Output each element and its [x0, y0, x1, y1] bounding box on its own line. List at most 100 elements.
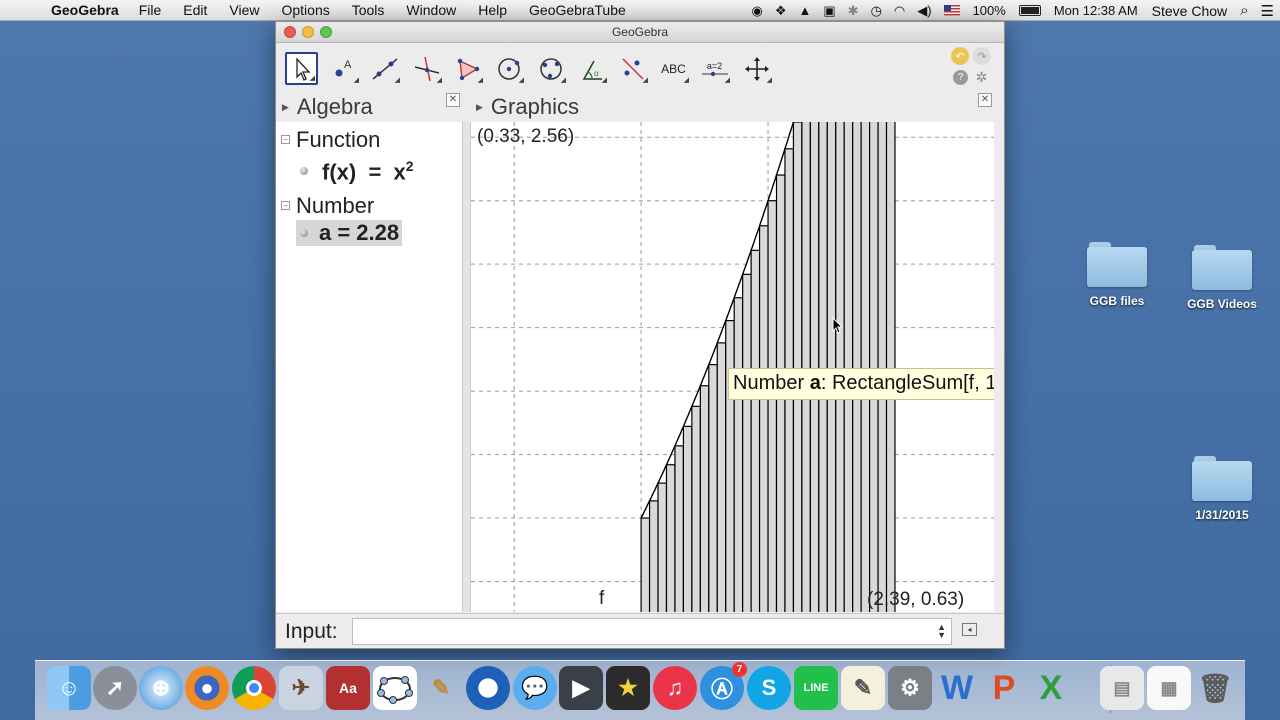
riemann-rectangle: [665, 464, 676, 612]
riemann-rectangle: [758, 225, 769, 612]
system-preferences-icon[interactable]: ⚙: [888, 666, 932, 710]
collapse-number-icon[interactable]: −: [281, 201, 290, 210]
window-titlebar[interactable]: GeoGebra: [276, 22, 1004, 43]
visibility-toggle-a[interactable]: [300, 229, 308, 237]
curve-label-f[interactable]: f: [599, 588, 604, 610]
chrome-icon[interactable]: [232, 666, 276, 710]
input-history-icon[interactable]: ▲ ▼: [937, 623, 946, 640]
desktop-folder-ggb-files[interactable]: GGB files: [1067, 242, 1167, 308]
move-tool-button[interactable]: ◢: [285, 52, 318, 85]
excel-icon[interactable]: X: [1029, 666, 1073, 710]
keyboard-toggle-button[interactable]: ◂: [962, 623, 977, 636]
spotlight-icon[interactable]: ⌕: [1234, 2, 1254, 19]
menu-geogebratube[interactable]: GeoGebraTube: [518, 2, 637, 18]
preview-icon[interactable]: ✈: [279, 666, 323, 710]
riemann-rectangle: [725, 319, 735, 612]
itunes-icon[interactable]: ♫: [653, 666, 697, 710]
finder-icon[interactable]: ☺: [47, 666, 91, 710]
input-field[interactable]: ▲ ▼: [352, 618, 952, 645]
settings-button[interactable]: ✲: [974, 69, 989, 85]
line-app-icon[interactable]: LINE: [794, 666, 838, 710]
dictionary-icon[interactable]: Aa: [326, 666, 370, 710]
launchpad-icon[interactable]: ➚: [93, 666, 137, 710]
geogebra-icon[interactable]: [373, 666, 417, 710]
menu-view[interactable]: View: [218, 2, 270, 18]
textedit-icon[interactable]: ✎: [841, 666, 885, 710]
volume-icon[interactable]: ◀): [911, 3, 937, 19]
menu-file[interactable]: File: [128, 2, 173, 18]
downloads-stack-icon[interactable]: ▦: [1147, 666, 1191, 710]
notification-center-icon[interactable]: ☰: [1255, 2, 1280, 20]
point-tool-button[interactable]: A ◢: [327, 52, 360, 85]
toolbar: ◢ A ◢ ◢ ◢ ◢ ◢ ◢ α ◢ ◢ ABC ◢ a=2 ◢ ◢ ↶ ↷ …: [276, 43, 1004, 113]
menu-edit[interactable]: Edit: [172, 2, 218, 18]
ellipse-tool-button[interactable]: ◢: [534, 52, 567, 85]
redo-button[interactable]: ↷: [973, 47, 991, 65]
pencil-app-icon[interactable]: ✎: [419, 666, 463, 710]
graphics-header[interactable]: ▶ Graphics: [476, 92, 579, 122]
collapse-function-icon[interactable]: −: [281, 135, 290, 144]
trash-icon[interactable]: 🗑: [1193, 666, 1237, 710]
algebra-title: Algebra: [296, 94, 373, 119]
menu-options[interactable]: Options: [270, 2, 340, 18]
screen-icon[interactable]: ▣: [817, 3, 841, 19]
geogebra-window: GeoGebra ◢ A ◢ ◢ ◢ ◢ ◢ ◢ α ◢ ◢ ABC ◢ a=2…: [275, 21, 1005, 649]
undo-button[interactable]: ↶: [951, 47, 969, 65]
text-tool-button[interactable]: ABC ◢: [657, 52, 690, 85]
menu-tools[interactable]: Tools: [341, 2, 396, 18]
bluetooth-icon[interactable]: ✱: [842, 3, 865, 19]
folder-icon: [1087, 242, 1147, 288]
menu-window[interactable]: Window: [395, 2, 467, 18]
top-left-coordinate: (0.33, 2.56): [477, 126, 575, 147]
firefox-icon[interactable]: ●: [185, 666, 229, 710]
riemann-rectangle: [877, 122, 888, 612]
number-a-entry[interactable]: a = 2.28: [296, 220, 403, 246]
mouse-cursor-icon: [832, 317, 844, 334]
input-source-flag-icon[interactable]: [943, 5, 960, 16]
clock[interactable]: Mon 12:38 AM: [1047, 3, 1145, 18]
visibility-toggle-f[interactable]: [300, 167, 308, 175]
move-graphics-view-button[interactable]: ◢: [740, 52, 773, 85]
function-f-entry[interactable]: f(x) = x2: [322, 158, 414, 185]
google-drive-icon[interactable]: ▲: [792, 3, 817, 18]
graphics-canvas[interactable]: [471, 122, 994, 612]
documents-stack-icon[interactable]: ▤: [1100, 666, 1144, 710]
quicktime-icon[interactable]: [466, 666, 510, 710]
time-machine-icon[interactable]: ◷: [865, 3, 888, 19]
graphics-close-button[interactable]: ✕: [978, 93, 992, 107]
dropbox-icon[interactable]: ❖: [769, 3, 793, 19]
riemann-rectangle: [818, 122, 828, 612]
circle-tool-button[interactable]: ◢: [492, 52, 525, 85]
polygon-tool-button[interactable]: ◢: [451, 52, 484, 85]
skype-icon[interactable]: S: [747, 666, 791, 710]
menu-app-name[interactable]: GeoGebra: [38, 2, 128, 18]
reflect-tool-button[interactable]: ◢: [616, 52, 649, 85]
graphics-view[interactable]: (0.33, 2.56) (2.39, 0.63) f Number a: Re…: [471, 122, 994, 612]
text-tool-label: ABC: [661, 61, 686, 76]
help-button[interactable]: ?: [953, 70, 968, 85]
battery-icon[interactable]: [1018, 5, 1041, 16]
desktop-folder-date[interactable]: 1/31/2015: [1172, 456, 1272, 522]
panel-collapse-icon: ▶: [476, 101, 483, 112]
wifi-icon[interactable]: ◠: [888, 3, 911, 19]
imovie-icon[interactable]: ★: [606, 666, 650, 710]
facetime-icon[interactable]: ▶: [559, 666, 603, 710]
algebra-header[interactable]: ▶ Algebra: [282, 92, 373, 122]
slider-tool-button[interactable]: a=2 ◢: [698, 52, 731, 85]
angle-tool-button[interactable]: α ◢: [575, 52, 608, 85]
word-icon[interactable]: W: [935, 666, 979, 710]
line-tool-button[interactable]: ◢: [368, 52, 401, 85]
dock: ☺ ➚ ⊕ ● ✈ Aa ✎ 💬 ▶ ★ ♫ Ⓐ 7 S LINE ✎ ⚙ W P…: [35, 660, 1245, 720]
menu-help[interactable]: Help: [467, 2, 518, 18]
record-icon[interactable]: ◉: [745, 3, 768, 19]
perpendicular-tool-button[interactable]: ◢: [410, 52, 443, 85]
safari-icon[interactable]: ⊕: [139, 666, 183, 710]
desktop-folder-ggb-videos[interactable]: GGB Videos: [1172, 245, 1272, 311]
app-store-badge: 7: [732, 662, 747, 677]
powerpoint-icon[interactable]: P: [982, 666, 1026, 710]
messages-icon[interactable]: 💬: [513, 666, 557, 710]
view-splitter[interactable]: [462, 122, 471, 612]
app-store-icon[interactable]: Ⓐ 7: [700, 662, 747, 710]
algebra-close-button[interactable]: ✕: [446, 93, 460, 107]
user-name[interactable]: Steve Chow: [1145, 3, 1234, 19]
